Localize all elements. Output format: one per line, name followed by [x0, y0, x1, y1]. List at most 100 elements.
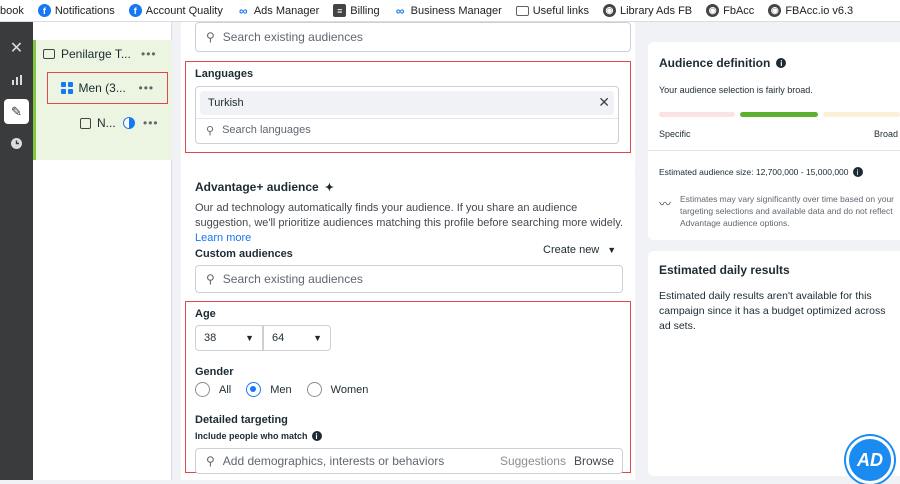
- meter-broad-segment: [740, 112, 818, 117]
- specific-label: Specific: [659, 129, 691, 139]
- bookmark-label: Billing: [350, 4, 380, 17]
- bookmark-library-ads[interactable]: ◉ Library Ads FB: [602, 4, 692, 17]
- bookmark-label: Notifications: [54, 4, 115, 17]
- include-people-row: Include people who match i: [195, 431, 322, 441]
- tree-adset[interactable]: Men (3... •••: [47, 72, 168, 104]
- bookmark-ads-manager[interactable]: ∞ Ads Manager: [237, 3, 320, 18]
- edit-pencil-icon[interactable]: ✎: [4, 99, 29, 124]
- detailed-targeting-input[interactable]: ⚲ Add demographics, interests or behavio…: [195, 448, 623, 474]
- gender-women-radio[interactable]: [306, 382, 322, 397]
- language-search-placeholder: Search languages: [222, 124, 311, 136]
- audience-definition-title-text: Audience definition: [659, 56, 771, 70]
- browse-link[interactable]: Browse: [574, 454, 614, 468]
- remove-language-icon[interactable]: ✕: [598, 94, 610, 111]
- audience-card: ⚲ Search existing audiences Languages Tu…: [181, 22, 635, 176]
- audience-definition-title: Audience definition i: [659, 56, 787, 70]
- languages-input[interactable]: Turkish ✕ ⚲ Search languages: [195, 86, 619, 144]
- fbacc-extension-badge[interactable]: AD: [846, 436, 894, 484]
- caret-down-icon: ▼: [313, 333, 322, 343]
- audience-definition-card: Audience definition i Your audience sele…: [648, 42, 900, 240]
- folder-icon: [515, 5, 529, 16]
- trend-icon: 〰: [659, 197, 672, 211]
- advantage-description-text: Our ad technology automatically finds yo…: [195, 202, 624, 229]
- gender-men-radio[interactable]: [246, 382, 262, 397]
- main-editor: ⚲ Search existing audiences Languages Tu…: [172, 22, 644, 480]
- detailed-targeting-label: Detailed targeting: [195, 414, 288, 426]
- search-placeholder: Search existing audiences: [222, 30, 363, 44]
- advantage-audience-card: Advantage+ audience ✦ Our ad technology …: [181, 168, 635, 480]
- bookmark-label: Ads Manager: [253, 4, 320, 17]
- more-options-icon[interactable]: •••: [139, 81, 155, 95]
- gender-all-radio[interactable]: [195, 382, 210, 397]
- more-options-icon[interactable]: •••: [143, 116, 159, 130]
- learn-more-link[interactable]: Learn more: [195, 232, 251, 244]
- globe-icon: ◉: [768, 4, 782, 17]
- include-people-label: Include people who match: [195, 431, 308, 441]
- existing-audiences-search[interactable]: ⚲ Search existing audiences: [195, 22, 631, 52]
- gender-all-label: All: [219, 383, 232, 396]
- suggestions-link[interactable]: Suggestions: [500, 454, 566, 468]
- info-icon: i: [311, 431, 322, 441]
- caret-down-icon: ▼: [607, 245, 617, 255]
- audience-status-text: Your audience selection is fairly broad.: [659, 85, 813, 95]
- age-max-value: 64: [272, 332, 285, 344]
- custom-audiences-search[interactable]: ⚲ Search existing audiences: [195, 265, 623, 293]
- languages-section: Languages Turkish ✕ ⚲ Search languages: [185, 61, 631, 153]
- create-new-dropdown[interactable]: Create new ▼: [543, 244, 616, 256]
- bookmark-label: book: [0, 4, 24, 17]
- advantage-description: Our ad technology automatically finds yo…: [195, 201, 625, 246]
- ad-name: N...: [97, 116, 116, 130]
- bookmark-book[interactable]: book: [0, 5, 24, 17]
- info-icon: i: [776, 58, 787, 68]
- bookmark-fbacc[interactable]: ◉ FbAcc: [706, 4, 754, 17]
- estimated-size-text: Estimated audience size: 12,700,000 - 15…: [659, 167, 849, 177]
- adset-grid-icon: [61, 82, 73, 94]
- bookmark-notifications[interactable]: f Notifications: [37, 4, 115, 17]
- folder-icon: [43, 49, 55, 59]
- meta-icon: ∞: [239, 3, 248, 18]
- age-min-value: 38: [204, 332, 217, 344]
- language-chip-label: Turkish: [208, 97, 244, 109]
- adset-name: Men (3...: [78, 81, 126, 95]
- clock-icon[interactable]: [4, 131, 29, 156]
- search-icon: ⚲: [206, 454, 215, 468]
- estimated-size-row: Estimated audience size: 12,700,000 - 15…: [659, 167, 863, 177]
- broad-label: Broad: [874, 129, 899, 139]
- facebook-icon: f: [128, 4, 142, 17]
- gender-options: All Men Women: [195, 382, 368, 397]
- bookmark-label: Account Quality: [145, 4, 223, 17]
- half-circle-status-icon: [123, 117, 135, 129]
- bookmark-label: Business Manager: [410, 4, 502, 17]
- globe-icon: ◉: [706, 4, 720, 17]
- meter-specific-segment: [659, 112, 735, 117]
- search-icon: ⚲: [206, 30, 215, 44]
- language-search[interactable]: ⚲ Search languages: [206, 124, 311, 137]
- more-options-icon[interactable]: •••: [141, 47, 157, 61]
- estimate-note: Estimates may vary significantly over ti…: [680, 194, 895, 228]
- advantage-title-text: Advantage+ audience: [195, 180, 319, 194]
- custom-audiences-label: Custom audiences: [195, 248, 293, 260]
- search-icon: ⚲: [206, 125, 215, 137]
- close-icon[interactable]: ✕: [4, 35, 29, 60]
- create-new-label: Create new: [543, 244, 600, 256]
- advantage-title: Advantage+ audience ✦: [195, 180, 334, 194]
- meter-too-broad-segment: [823, 112, 900, 117]
- search-icon: ⚲: [206, 272, 215, 286]
- bookmark-business-manager[interactable]: ∞ Business Manager: [394, 4, 502, 18]
- ad-logo-icon: AD: [857, 449, 883, 470]
- tree-campaign[interactable]: Penilarge T... •••: [43, 47, 168, 61]
- bookmark-billing[interactable]: ≡ Billing: [333, 4, 380, 17]
- gender-men-label: Men: [270, 383, 292, 396]
- bookmark-account-quality[interactable]: f Account Quality: [128, 4, 223, 17]
- bookmark-useful-links[interactable]: Useful links: [515, 5, 589, 17]
- bookmark-label: FBAcc.io v6.3: [785, 4, 854, 17]
- globe-icon: ◉: [602, 4, 616, 17]
- chart-icon[interactable]: [4, 67, 29, 92]
- tree-ad[interactable]: N... •••: [80, 116, 168, 130]
- gender-women-label: Women: [330, 383, 369, 396]
- campaign-name: Penilarge T...: [61, 47, 131, 61]
- bookmark-fbacc-io[interactable]: ◉ FBAcc.io v6.3: [768, 4, 853, 17]
- age-max-select[interactable]: 64 ▼: [263, 325, 331, 351]
- daily-results-text: Estimated daily results aren't available…: [659, 290, 886, 332]
- age-min-select[interactable]: 38 ▼: [195, 325, 263, 351]
